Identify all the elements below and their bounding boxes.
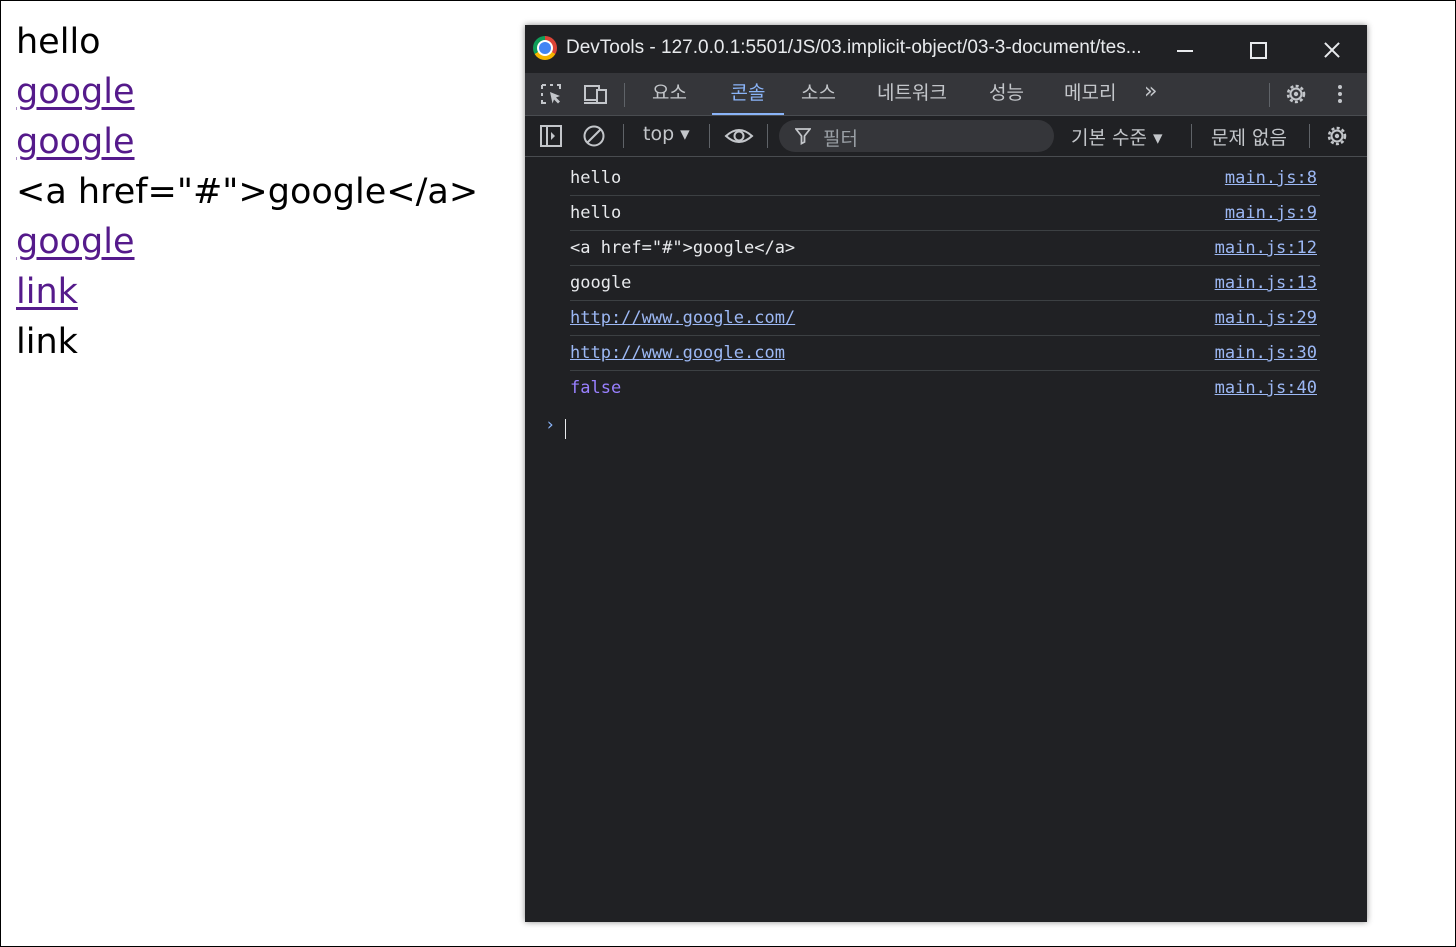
minimize-button[interactable] bbox=[1149, 25, 1221, 73]
console-settings-gear-icon[interactable] bbox=[1324, 124, 1350, 148]
message-source-link[interactable]: main.js:12 bbox=[1215, 231, 1317, 265]
page-link-google-1[interactable]: google bbox=[16, 67, 478, 117]
toolbar-divider bbox=[624, 83, 625, 107]
screenshot-frame: hello google google <a href="#">google</… bbox=[0, 0, 1456, 947]
inspect-element-icon[interactable] bbox=[539, 82, 565, 106]
maximize-button[interactable] bbox=[1221, 25, 1293, 73]
console-message: google main.js:13 bbox=[570, 266, 1320, 301]
web-page: hello google google <a href="#">google</… bbox=[16, 17, 478, 367]
page-text-hello: hello bbox=[16, 22, 101, 62]
tab-console[interactable]: 콘솔 bbox=[712, 73, 784, 115]
console-message: hello main.js:9 bbox=[570, 196, 1320, 231]
console-prompt-chevron-icon: › bbox=[545, 415, 556, 435]
filter-placeholder: 필터 bbox=[823, 128, 858, 150]
message-text: hello bbox=[570, 168, 622, 188]
page-text-html-source: <a href="#">google</a> bbox=[16, 172, 479, 212]
page-link-google-3[interactable]: google bbox=[16, 217, 478, 267]
devtools-titlebar[interactable]: DevTools - 127.0.0.1:5501/JS/03.implicit… bbox=[525, 25, 1367, 73]
devtools-window: DevTools - 127.0.0.1:5501/JS/03.implicit… bbox=[525, 25, 1367, 922]
message-source-link[interactable]: main.js:13 bbox=[1215, 266, 1317, 300]
tab-elements[interactable]: 요소 bbox=[652, 73, 687, 115]
tab-performance[interactable]: 성능 bbox=[989, 73, 1024, 115]
page-text-link: link bbox=[16, 322, 78, 362]
console-messages: hello main.js:8 hello main.js:9 <a href=… bbox=[570, 161, 1320, 405]
filter-funnel-icon bbox=[794, 127, 812, 149]
sidebar-toggle-icon[interactable] bbox=[538, 124, 564, 148]
message-source-link[interactable]: main.js:9 bbox=[1225, 196, 1317, 230]
message-text[interactable]: <a href="#">google</a> bbox=[570, 231, 795, 265]
issues-counter[interactable]: 문제 없음 bbox=[1211, 123, 1287, 150]
page-link-link[interactable]: link bbox=[16, 267, 478, 317]
tab-sources[interactable]: 소스 bbox=[801, 73, 836, 115]
message-url-link[interactable]: http://www.google.com/ bbox=[570, 301, 795, 335]
settings-gear-icon[interactable] bbox=[1283, 82, 1309, 106]
toolbar-divider bbox=[1191, 124, 1192, 148]
message-text: hello bbox=[570, 203, 622, 223]
console-toolbar: top ▾ 필터 기본 수준 ▾ 문제 없음 bbox=[525, 116, 1367, 157]
live-expression-eye-icon[interactable] bbox=[724, 124, 754, 148]
filter-input[interactable]: 필터 bbox=[779, 120, 1054, 152]
chrome-logo-icon bbox=[533, 36, 557, 60]
window-title: DevTools - 127.0.0.1:5501/JS/03.implicit… bbox=[566, 37, 1142, 58]
main-tab-toolbar: 요소 콘솔 소스 네트워크 성능 메모리 » bbox=[525, 73, 1367, 116]
message-text: google bbox=[570, 273, 632, 293]
message-boolean-value: false bbox=[570, 378, 622, 398]
toolbar-divider bbox=[1309, 124, 1310, 148]
tab-network[interactable]: 네트워크 bbox=[877, 73, 947, 115]
message-source-link[interactable]: main.js:8 bbox=[1225, 161, 1317, 195]
message-source-link[interactable]: main.js:40 bbox=[1215, 371, 1317, 405]
message-source-link[interactable]: main.js:30 bbox=[1215, 336, 1317, 370]
console-message: hello main.js:8 bbox=[570, 161, 1320, 196]
toolbar-divider bbox=[623, 124, 624, 148]
more-options-icon[interactable] bbox=[1327, 82, 1353, 106]
toolbar-divider bbox=[709, 124, 710, 148]
message-url-link[interactable]: http://www.google.com bbox=[570, 336, 785, 370]
device-toolbar-icon[interactable] bbox=[582, 82, 608, 106]
more-tabs-chevron-icon[interactable]: » bbox=[1144, 79, 1157, 104]
console-message: http://www.google.com/ main.js:29 bbox=[570, 301, 1320, 336]
toolbar-divider bbox=[1269, 83, 1270, 107]
page-link-google-2[interactable]: google bbox=[16, 117, 478, 167]
tab-memory[interactable]: 메모리 bbox=[1064, 73, 1116, 115]
close-button[interactable] bbox=[1295, 25, 1367, 73]
log-levels-dropdown[interactable]: 기본 수준 ▾ bbox=[1071, 123, 1163, 150]
console-message: <a href="#">google</a> main.js:12 bbox=[570, 231, 1320, 266]
console-message: false main.js:40 bbox=[570, 371, 1320, 405]
clear-console-icon[interactable] bbox=[581, 124, 607, 148]
console-message: http://www.google.com main.js:30 bbox=[570, 336, 1320, 371]
message-source-link[interactable]: main.js:29 bbox=[1215, 301, 1317, 335]
context-selector[interactable]: top ▾ bbox=[643, 123, 690, 145]
console-input-caret[interactable] bbox=[565, 419, 566, 439]
toolbar-divider bbox=[767, 124, 768, 148]
